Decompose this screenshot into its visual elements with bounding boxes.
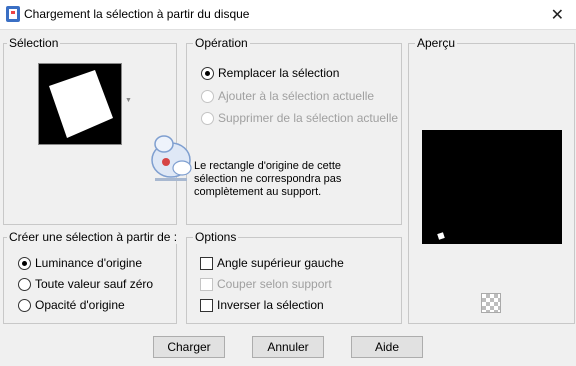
radio-label: Toute valeur sauf zéro [35,277,154,291]
transparency-icon[interactable] [481,293,501,313]
close-icon[interactable]: ✕ [551,5,564,25]
radio-add-selection[interactable]: Ajouter à la sélection actuelle [201,89,374,103]
checkbox-indicator [200,298,213,312]
radio-source-opacity[interactable]: Opacité d'origine [18,298,125,312]
checkbox-crop-to-canvas[interactable]: Couper selon support [200,277,332,291]
operation-group-title: Opération [193,36,250,50]
title-bar: Chargement la sélection à partir du disq… [0,0,576,30]
preview-group-title: Aperçu [415,36,458,50]
radio-indicator [201,66,214,80]
create-selection-group-title: Créer une sélection à partir de : [7,230,180,244]
radio-indicator [18,277,31,291]
operation-message: Le rectangle d'origine de cette sélectio… [194,160,342,198]
radio-indicator [201,89,214,103]
preview-image [422,130,562,244]
window-title: Chargement la sélection à partir du disq… [24,7,250,21]
checkbox-top-left-corner[interactable]: Angle supérieur gauche [200,256,344,270]
radio-label: Ajouter à la sélection actuelle [218,89,375,103]
radio-label: Supprimer de la sélection actuelle [218,111,399,125]
checkbox-label: Inverser la sélection [217,298,324,312]
radio-label: Remplacer la sélection [218,66,340,80]
load-button[interactable]: Charger [153,336,225,358]
cancel-button[interactable]: Annuler [252,336,324,358]
help-button[interactable]: Aide [351,336,423,358]
radio-indicator [18,256,31,270]
checkbox-label: Couper selon support [217,277,332,291]
radio-indicator [18,298,31,312]
selection-thumbnail[interactable] [38,63,122,145]
radio-indicator [201,111,214,125]
selection-shape-image [49,70,113,138]
checkbox-indicator [200,277,213,291]
options-group-title: Options [193,230,239,244]
radio-label: Opacité d'origine [35,298,125,312]
warning-icon [151,135,192,181]
app-icon [6,6,20,22]
radio-label: Luminance d'origine [35,256,143,270]
radio-subtract-selection[interactable]: Supprimer de la sélection actuelle [201,111,398,125]
checkbox-label: Angle supérieur gauche [217,256,344,270]
selection-group-title: Sélection [7,36,61,50]
radio-any-non-zero[interactable]: Toute valeur sauf zéro [18,277,153,291]
checkbox-indicator [200,256,213,270]
chevron-down-icon[interactable]: ▼ [125,97,132,104]
radio-replace-selection[interactable]: Remplacer la sélection [201,66,339,80]
radio-source-luminance[interactable]: Luminance d'origine [18,256,142,270]
checkbox-invert-selection[interactable]: Inverser la sélection [200,298,324,312]
preview-selection-mark [437,232,445,240]
